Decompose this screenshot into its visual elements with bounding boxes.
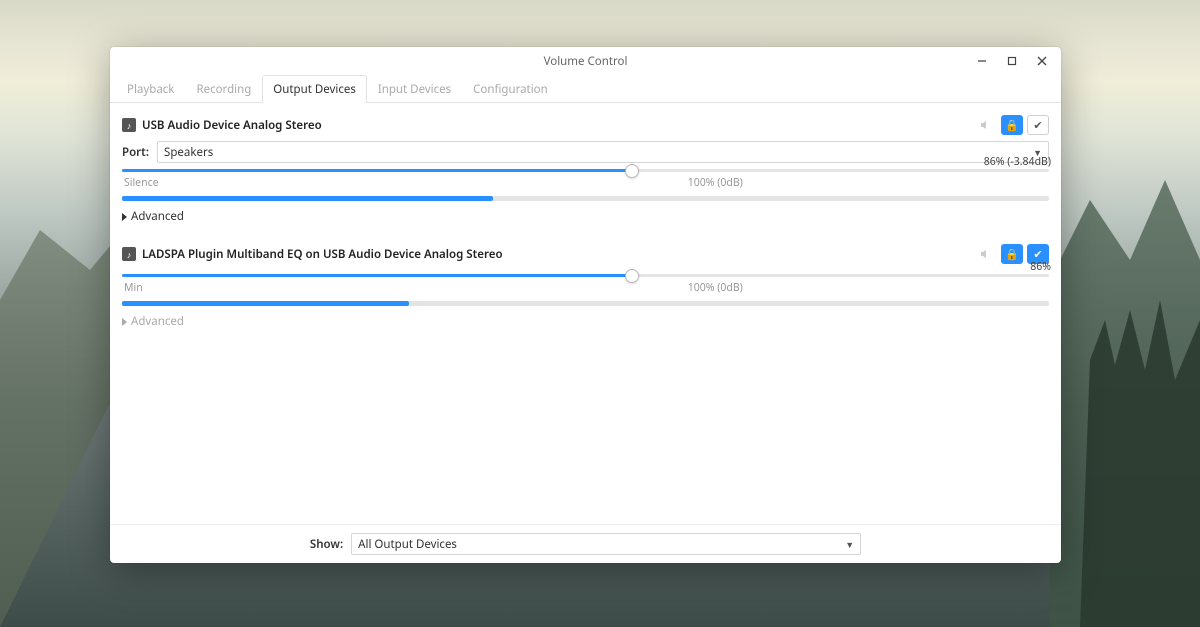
slider-100-label: 100% (0dB): [688, 281, 743, 295]
volume-value: 86% (-3.84dB): [984, 155, 1051, 169]
show-select[interactable]: All Output Devices ▼: [351, 533, 861, 555]
volume-value: 86%: [1030, 260, 1051, 274]
window-controls: [967, 47, 1057, 75]
tab-configuration[interactable]: Configuration: [462, 75, 559, 103]
slider-fill: [122, 169, 632, 172]
slider-100-label: 100% (0dB): [688, 176, 743, 190]
slider-fill: [122, 274, 632, 277]
advanced-label: Advanced: [131, 209, 184, 224]
minimize-button[interactable]: [967, 47, 997, 75]
device-header: ♪ USB Audio Device Analog Stereo 🔒 ✔: [122, 113, 1049, 141]
tab-output-devices[interactable]: Output Devices: [262, 75, 367, 103]
lock-channels-button[interactable]: 🔒: [1001, 244, 1023, 264]
port-select[interactable]: Speakers ▼: [157, 141, 1049, 163]
device-name: USB Audio Device Analog Stereo: [142, 118, 969, 133]
advanced-label: Advanced: [131, 314, 184, 329]
device-header: ♪ LADSPA Plugin Multiband EQ on USB Audi…: [122, 242, 1049, 270]
port-row: Port: Speakers ▼: [122, 141, 1049, 163]
desktop-background: Volume Control PlaybackRecordingOutput D…: [0, 0, 1200, 627]
lock-channels-button[interactable]: 🔒: [1001, 115, 1023, 135]
slider-track: [122, 274, 1049, 277]
tab-input-devices[interactable]: Input Devices: [367, 75, 462, 103]
volume-slider[interactable]: 86% (-3.84dB): [122, 169, 1049, 172]
vu-meter: [122, 196, 1049, 201]
audio-card-icon: ♪: [122, 247, 136, 261]
caret-right-icon: [122, 213, 127, 221]
advanced-toggle[interactable]: Advanced: [122, 209, 1049, 224]
tab-playback[interactable]: Playback: [116, 75, 185, 103]
slider-track: [122, 169, 1049, 172]
audio-card-icon: ♪: [122, 118, 136, 132]
mute-button[interactable]: [975, 115, 997, 135]
show-select-value: All Output Devices: [358, 537, 457, 552]
slider-min-label: Silence: [124, 176, 159, 190]
show-label: Show:: [310, 537, 343, 552]
advanced-toggle[interactable]: Advanced: [122, 314, 1049, 329]
vu-fill: [122, 301, 409, 306]
device-name: LADSPA Plugin Multiband EQ on USB Audio …: [142, 247, 969, 262]
tab-recording[interactable]: Recording: [185, 75, 262, 103]
volume-control-window: Volume Control PlaybackRecordingOutput D…: [110, 47, 1061, 563]
window-title: Volume Control: [544, 54, 628, 69]
volume-slider[interactable]: 86%: [122, 274, 1049, 277]
slider-ticks: Silence 100% (0dB): [122, 176, 1049, 190]
mute-button[interactable]: [975, 244, 997, 264]
slider-ticks: Min 100% (0dB): [122, 281, 1049, 295]
device-ladspa-eq: ♪ LADSPA Plugin Multiband EQ on USB Audi…: [122, 242, 1049, 329]
port-label: Port:: [122, 145, 149, 160]
footer: Show: All Output Devices ▼: [110, 524, 1061, 563]
set-default-button[interactable]: ✔: [1027, 115, 1049, 135]
chevron-down-icon: ▼: [845, 538, 854, 551]
content-area: ♪ USB Audio Device Analog Stereo 🔒 ✔ Por…: [110, 103, 1061, 524]
port-select-value: Speakers: [164, 145, 213, 160]
tab-bar: PlaybackRecordingOutput DevicesInput Dev…: [110, 75, 1061, 103]
titlebar: Volume Control: [110, 47, 1061, 75]
vu-meter: [122, 301, 1049, 306]
device-usb-audio: ♪ USB Audio Device Analog Stereo 🔒 ✔ Por…: [122, 113, 1049, 224]
close-button[interactable]: [1027, 47, 1057, 75]
maximize-button[interactable]: [997, 47, 1027, 75]
device-actions: 🔒 ✔: [975, 115, 1049, 135]
caret-right-icon: [122, 318, 127, 326]
vu-fill: [122, 196, 493, 201]
slider-min-label: Min: [124, 281, 143, 295]
